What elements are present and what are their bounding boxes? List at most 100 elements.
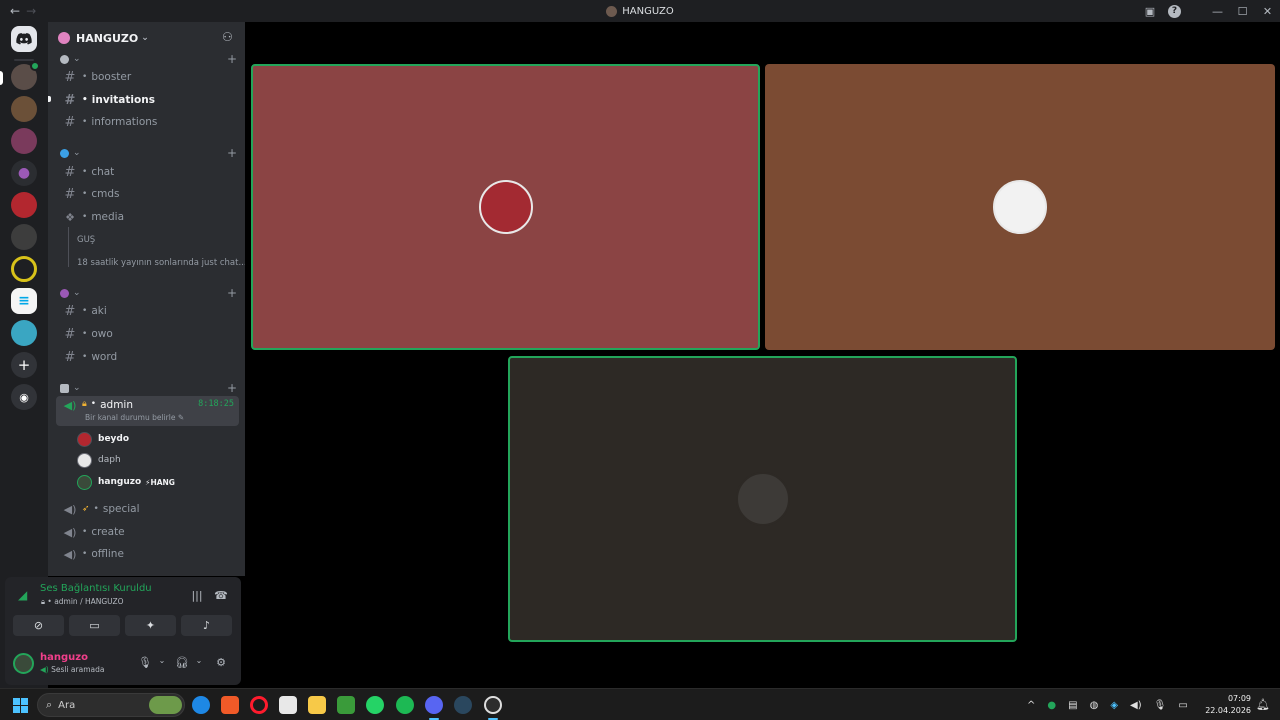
thread-item[interactable]: GUŞ	[77, 235, 95, 245]
category-4[interactable]: ⌄ +	[60, 381, 237, 395]
taskbar-search[interactable]: ⌕ Ara	[37, 693, 185, 717]
channel-cmds[interactable]: # • cmds	[56, 184, 239, 204]
create-channel-icon[interactable]: +	[227, 52, 237, 66]
guild-header[interactable]: HANGUZO ⌄ ⚇	[48, 22, 245, 54]
close-button[interactable]: ✕	[1255, 0, 1280, 22]
window-title-area: HANGUZO	[0, 0, 1280, 22]
channel-word[interactable]: # • word	[56, 347, 239, 367]
store-icon[interactable]	[279, 696, 297, 714]
voice-location[interactable]: 🔒︎ • admin / HANGUZO	[41, 597, 124, 607]
screen-share-button[interactable]: ▭	[69, 615, 120, 636]
minecraft-icon[interactable]	[337, 696, 355, 714]
voice-member[interactable]: daph	[77, 451, 121, 469]
invite-people-icon[interactable]: ⚇	[222, 30, 236, 44]
minimize-button[interactable]: —	[1205, 0, 1230, 22]
disconnect-icon[interactable]: ☎	[213, 589, 229, 605]
signal-icon[interactable]: ◢	[18, 588, 32, 602]
channel-owo[interactable]: # • owo	[56, 324, 239, 344]
participant-tile[interactable]	[508, 356, 1017, 642]
channel-booster[interactable]: # • booster	[56, 67, 239, 87]
server-hanguzo[interactable]	[11, 61, 40, 90]
channel-invitations[interactable]: # • invitations	[56, 90, 239, 110]
channel-name: informations	[91, 116, 158, 128]
participant-tile[interactable]	[251, 64, 760, 350]
discord-icon[interactable]	[425, 696, 443, 714]
network-icon[interactable]: ▭	[1178, 700, 1187, 711]
voice-status[interactable]: Ses Bağlantısı Kuruldu	[40, 583, 152, 594]
whatsapp-icon[interactable]	[366, 696, 384, 714]
windows-start-icon[interactable]	[13, 698, 28, 713]
microphone-icon[interactable]: 🎙︎	[1154, 700, 1167, 711]
server-icon-5[interactable]	[11, 192, 37, 218]
category-3[interactable]: ⌄ +	[60, 286, 237, 300]
notification-bell-icon[interactable]: 🔔︎	[1256, 698, 1270, 711]
server-icon-9[interactable]	[11, 320, 37, 346]
forward-arrow-icon[interactable]: →	[26, 4, 36, 18]
file-explorer-icon[interactable]	[308, 696, 326, 714]
soundboard-button[interactable]: ♪	[181, 615, 232, 636]
create-channel-icon[interactable]: +	[227, 286, 237, 300]
add-server-button[interactable]: +	[11, 352, 37, 378]
clock[interactable]: 07:09 22.04.2026	[1205, 693, 1251, 717]
user-panel: hanguzo ◀) Sesli aramada 🎙︎ ⌄ 🎧︎ ⌄ ⚙	[5, 643, 241, 685]
participant-tile[interactable]	[765, 64, 1275, 350]
user-status: ◀) Sesli aramada	[40, 665, 105, 674]
server-icon-2[interactable]	[11, 96, 37, 122]
channel-aki[interactable]: # • aki	[56, 301, 239, 321]
channel-informations[interactable]: # • informations	[56, 112, 239, 132]
back-arrow-icon[interactable]: ←	[10, 4, 20, 18]
channel-chat[interactable]: # • chat	[56, 162, 239, 182]
activities-button[interactable]: ✦	[125, 615, 176, 636]
unread-indicator	[48, 96, 51, 102]
headphones-icon[interactable]: 🎧︎	[174, 656, 190, 672]
hash-icon: #	[64, 164, 76, 180]
voice-channel-admin[interactable]: ◀) 🔒︎ • admin 8:18:25 Bir kanal durumu be…	[56, 396, 239, 426]
speaker-icon[interactable]: ◀)	[1130, 700, 1142, 711]
voice-member[interactable]: hanguzo ⚡HANG	[77, 473, 175, 491]
direct-messages-button[interactable]	[11, 26, 37, 52]
camera-off-button[interactable]: ⊘	[13, 615, 64, 636]
category-2[interactable]: ⌄ +	[60, 146, 237, 160]
tray-app-icon[interactable]: ▤	[1068, 700, 1077, 711]
create-channel-icon[interactable]: +	[227, 381, 237, 395]
tray-app-icon[interactable]: ◈	[1110, 700, 1118, 711]
chevron-up-icon[interactable]: ^	[1027, 700, 1035, 711]
separator	[1187, 0, 1205, 22]
chrome-icon[interactable]	[192, 696, 210, 714]
help-icon[interactable]: ?	[1168, 4, 1181, 18]
voice-channel-special[interactable]: ◀) ➶ • special	[56, 499, 239, 519]
create-channel-icon[interactable]: +	[227, 146, 237, 160]
steam-tray-icon[interactable]: ◍	[1090, 700, 1099, 711]
chevron-down-icon[interactable]: ⌄	[191, 656, 207, 672]
avatar[interactable]	[13, 653, 34, 674]
speaker-icon: ◀)	[63, 525, 77, 539]
steam-icon[interactable]	[454, 696, 472, 714]
opera-icon[interactable]	[250, 696, 268, 714]
category-1[interactable]: ⌄ +	[60, 52, 237, 66]
search-placeholder: Ara	[58, 699, 76, 711]
screen-share-icon: ▭	[89, 619, 100, 632]
server-icon-3[interactable]	[11, 128, 37, 154]
obs-icon[interactable]	[484, 696, 502, 714]
channel-media[interactable]: ❖ • media	[56, 207, 239, 227]
spotify-icon[interactable]	[396, 696, 414, 714]
voice-member[interactable]: beydo	[77, 430, 129, 448]
discover-icon[interactable]: ◉	[11, 384, 37, 410]
username[interactable]: hanguzo	[40, 652, 88, 663]
channel-status-hint[interactable]: Bir kanal durumu belirle ✎	[85, 413, 184, 422]
server-icon-7[interactable]	[11, 256, 37, 282]
noise-suppression-icon[interactable]: |||	[189, 589, 205, 605]
tray-app-icon[interactable]: ●	[1047, 700, 1056, 711]
microphone-icon[interactable]: 🎙︎	[137, 656, 153, 672]
chevron-down-icon[interactable]: ⌄	[154, 656, 170, 672]
inbox-icon[interactable]: ▣	[1138, 0, 1162, 22]
voice-channel-offline[interactable]: ◀) • offline	[56, 544, 239, 564]
gear-icon[interactable]: ⚙	[213, 656, 229, 672]
server-icon-8[interactable]: ≡	[11, 288, 37, 314]
voice-channel-create[interactable]: ◀) • create	[56, 522, 239, 542]
thread-item[interactable]: 18 saatlik yayının sonlarında just chat.…	[77, 258, 245, 268]
maximize-button[interactable]: ☐	[1230, 0, 1255, 22]
server-eggplant[interactable]: ●	[11, 160, 37, 186]
server-icon-6[interactable]	[11, 224, 37, 250]
brave-icon[interactable]	[221, 696, 239, 714]
